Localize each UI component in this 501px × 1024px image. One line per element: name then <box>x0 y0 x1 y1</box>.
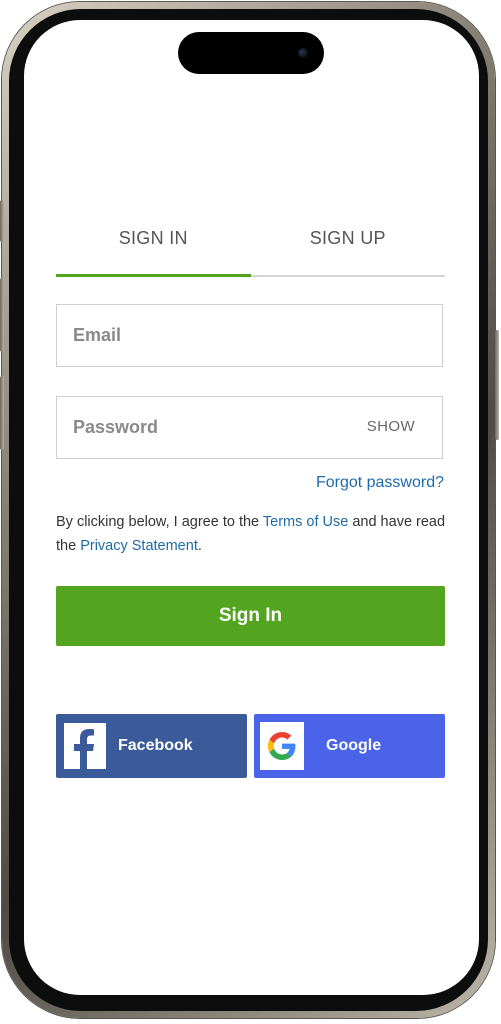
terms-notice: By clicking below, I agree to the Terms … <box>56 510 446 558</box>
privacy-statement-link[interactable]: Privacy Statement <box>80 538 198 554</box>
google-logo-icon <box>260 722 304 770</box>
tab-sign-in[interactable]: SIGN IN <box>56 220 251 277</box>
password-field-container: SHOW <box>56 396 443 459</box>
google-label: Google <box>326 737 382 754</box>
show-password-button[interactable]: SHOW <box>367 418 415 435</box>
google-login-button[interactable]: Google <box>254 714 445 778</box>
facebook-logo-icon <box>64 723 106 769</box>
dynamic-island <box>178 32 324 74</box>
forgot-password-link[interactable]: Forgot password? <box>316 474 444 492</box>
terms-of-use-link[interactable]: Terms of Use <box>263 514 348 530</box>
terms-prefix: By clicking below, I agree to the <box>56 514 263 530</box>
volume-up-button <box>0 278 4 352</box>
power-button <box>495 330 499 440</box>
volume-down-button <box>0 376 4 450</box>
auth-tabs: SIGN IN SIGN UP <box>56 220 445 277</box>
terms-suffix: . <box>197 538 202 554</box>
tab-sign-up[interactable]: SIGN UP <box>251 220 446 275</box>
facebook-login-button[interactable]: Facebook <box>56 714 247 778</box>
password-field[interactable] <box>73 397 353 458</box>
email-field[interactable] <box>73 305 353 366</box>
email-field-container <box>56 304 443 367</box>
camera-icon <box>298 48 308 58</box>
action-button <box>0 200 4 242</box>
sign-in-button[interactable]: Sign In <box>56 586 445 646</box>
facebook-label: Facebook <box>118 737 193 754</box>
app-screen: SIGN IN SIGN UP SHOW Forgot password? By… <box>24 20 479 995</box>
